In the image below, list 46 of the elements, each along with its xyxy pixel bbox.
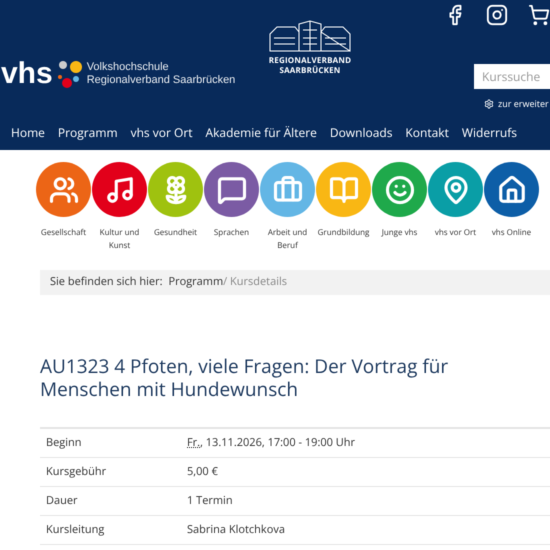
- category-icon: [104, 174, 134, 204]
- category-icon: [496, 174, 526, 204]
- category-label[interactable]: Gesundheit: [148, 226, 204, 239]
- dots-logo-icon: [56, 58, 83, 88]
- nav-link[interactable]: Akademie für Ältere: [206, 124, 317, 142]
- nav-link[interactable]: vhs vor Ort: [130, 124, 193, 142]
- breadcrumb-label: Sie befinden sich hier:: [50, 274, 162, 291]
- category-icon: [384, 174, 414, 204]
- settings-icon[interactable]: [484, 98, 494, 109]
- org-name: Regionalverband Saarbrücken: [86, 74, 236, 86]
- category-label[interactable]: Sprachen: [204, 226, 260, 239]
- detail-label: Kursgebühr: [45, 464, 108, 480]
- emblem-text: REGIONALVERBAND: [268, 56, 352, 66]
- category-icon: [328, 174, 358, 204]
- detail-label: Dauer: [45, 492, 79, 510]
- nav-link[interactable]: Downloads: [330, 124, 392, 142]
- nav-link[interactable]: Home: [11, 124, 45, 142]
- advanced-search-link[interactable]: zur erweiter: [498, 97, 549, 110]
- category-label[interactable]: Arbeit und Beruf: [260, 226, 316, 252]
- detail-value: Sabrina Klotchkova: [187, 522, 285, 538]
- category-label[interactable]: vhs vor Ort: [428, 226, 484, 239]
- breadcrumb-current: / Kursdetails: [223, 274, 288, 291]
- instagram-icon[interactable]: [486, 4, 508, 26]
- course-title: AU1323 4 Pfoten, viele Fragen: Der Vortrag für Menschen mit Hundewunsch: [40, 355, 450, 401]
- detail-label: Kursleitung: [45, 522, 106, 538]
- category-label[interactable]: Gesellschaft: [36, 226, 92, 239]
- org-name: Volkshochschule: [86, 60, 170, 74]
- nav-link[interactable]: Programm: [58, 124, 118, 142]
- emblem-text: SAARBRÜCKEN: [279, 66, 341, 76]
- logo-text: vhs: [1, 58, 53, 88]
- breadcrumb-link[interactable]: Programm: [168, 274, 224, 291]
- category-label[interactable]: vhs Online: [484, 226, 540, 239]
- detail-value: 1 Termin: [187, 492, 233, 510]
- detail-value: Fr., 13.11.2026, 17:00 - 19:00 Uhr: [187, 434, 356, 452]
- category-icon: [48, 174, 78, 204]
- nav-link[interactable]: Widerrufs: [462, 124, 517, 142]
- category-label[interactable]: Kultur und Kunst: [92, 226, 148, 252]
- search-field[interactable]: Kurssuche: [474, 64, 550, 89]
- detail-value: 5,00 €: [187, 464, 218, 480]
- category-label[interactable]: Grundbildung: [316, 226, 372, 239]
- nav-link[interactable]: Kontakt: [405, 124, 449, 142]
- category-label[interactable]: Junge vhs: [372, 226, 428, 239]
- category-icon: [272, 174, 302, 204]
- category-icon: [216, 174, 246, 204]
- cart-icon[interactable]: [528, 4, 550, 26]
- detail-label: Beginn: [45, 434, 83, 452]
